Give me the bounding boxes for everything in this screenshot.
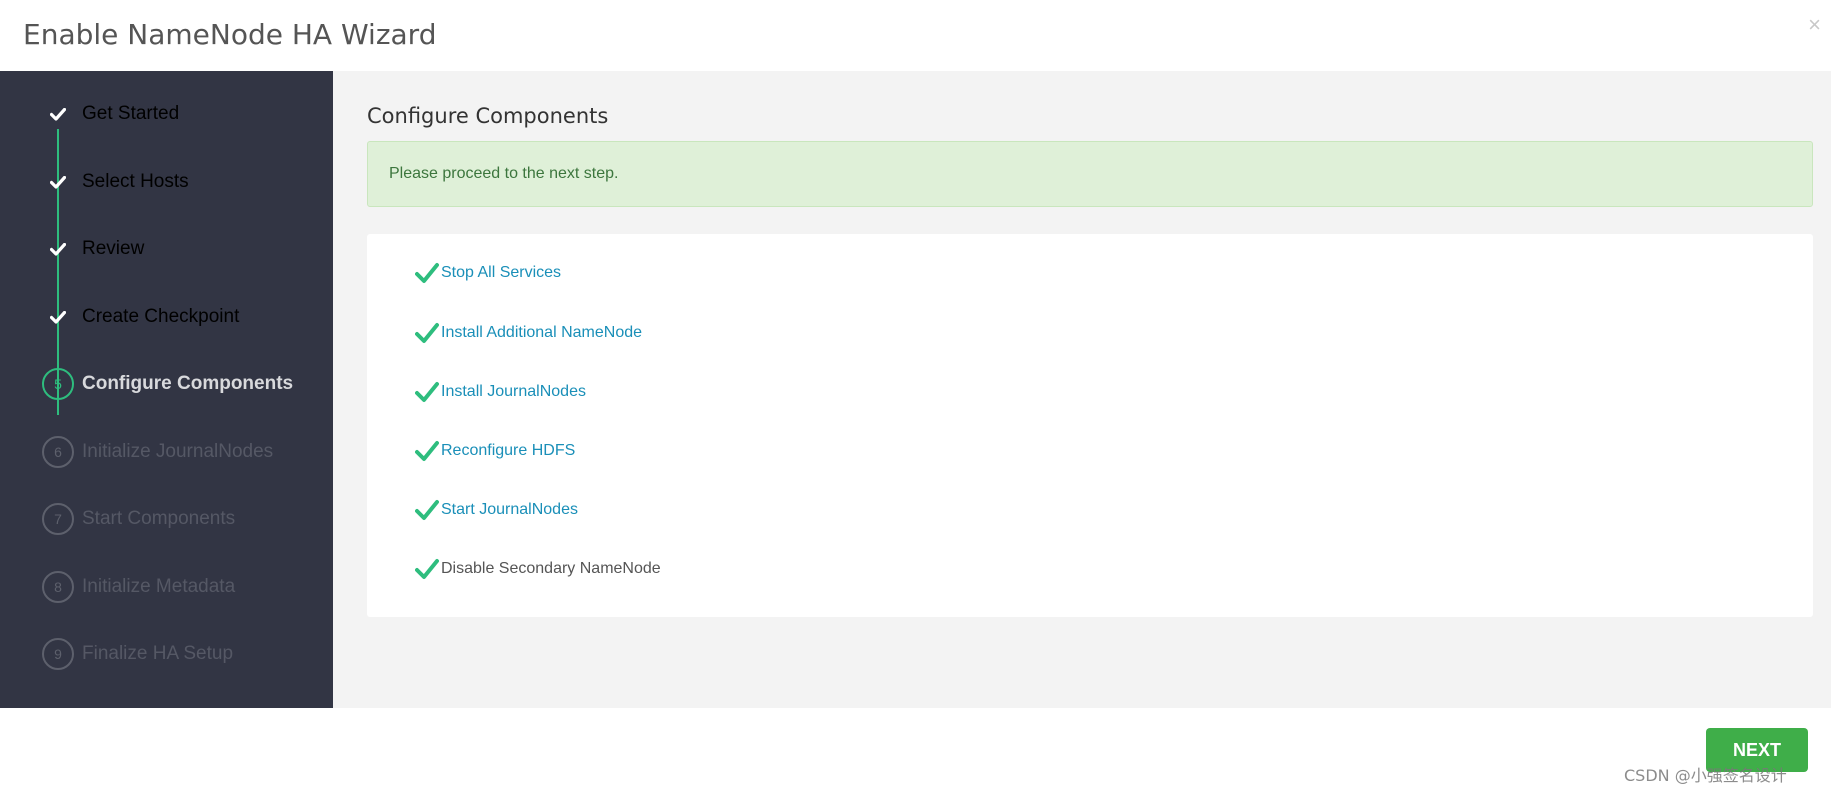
section-title: Configure Components — [367, 104, 609, 128]
step-complete-icon — [42, 166, 74, 198]
step-label: Get Started — [82, 103, 180, 124]
steps-sidebar: Get Started Select Hosts Review Create C… — [0, 71, 333, 708]
step-label: Review — [82, 238, 145, 259]
task-row: Install Additional NameNode — [415, 320, 642, 346]
step-complete-icon — [42, 301, 74, 333]
task-row: Start JournalNodes — [415, 497, 578, 523]
step-label: Start Components — [82, 508, 236, 529]
task-link[interactable]: Install JournalNodes — [441, 383, 586, 401]
wizard-title: Enable NameNode HA Wizard — [23, 18, 437, 51]
check-icon — [415, 500, 439, 520]
step-7: 7 Start Components — [42, 502, 332, 536]
step-number: 5 — [42, 368, 74, 400]
step-2: Select Hosts — [42, 165, 332, 199]
step-label: Create Checkpoint — [82, 306, 240, 327]
check-icon — [415, 559, 439, 579]
main-content: Configure Components Please proceed to t… — [333, 71, 1831, 708]
task-row: Install JournalNodes — [415, 379, 586, 405]
task-label: Disable Secondary NameNode — [441, 560, 661, 577]
check-icon — [415, 382, 439, 402]
task-link[interactable]: Reconfigure HDFS — [441, 442, 575, 460]
wizard-body: Get Started Select Hosts Review Create C… — [0, 71, 1831, 708]
step-label: Configure Components — [82, 373, 294, 394]
task-row: Reconfigure HDFS — [415, 438, 575, 464]
step-complete-icon — [42, 233, 74, 265]
step-8: 8 Initialize Metadata — [42, 570, 332, 604]
step-6: 6 Initialize JournalNodes — [42, 435, 332, 469]
task-link[interactable]: Stop All Services — [441, 264, 561, 282]
check-icon — [415, 263, 439, 283]
success-alert: Please proceed to the next step. — [367, 141, 1813, 207]
step-label: Select Hosts — [82, 171, 189, 192]
step-9: 9 Finalize HA Setup — [42, 637, 332, 671]
check-icon — [415, 323, 439, 343]
step-number: 9 — [42, 638, 74, 670]
task-link[interactable]: Start JournalNodes — [441, 501, 578, 519]
task-row: Stop All Services — [415, 260, 561, 286]
tasks-panel: Stop All Services Install Additional Nam… — [367, 234, 1813, 617]
step-3: Review — [42, 232, 332, 266]
step-label: Initialize JournalNodes — [82, 441, 274, 462]
step-5: 5 Configure Components — [42, 367, 332, 401]
step-4: Create Checkpoint — [42, 300, 332, 334]
task-link[interactable]: Install Additional NameNode — [441, 324, 642, 342]
step-label: Finalize HA Setup — [82, 643, 234, 664]
watermark: CSDN @小强签名设计 — [1624, 766, 1787, 785]
step-number: 8 — [42, 571, 74, 603]
step-complete-icon — [42, 98, 74, 130]
step-number: 7 — [42, 503, 74, 535]
task-row: Disable Secondary NameNode — [415, 556, 661, 582]
close-icon[interactable]: × — [1808, 14, 1821, 36]
step-label: Initialize Metadata — [82, 576, 236, 597]
modal-footer: NEXT CSDN @小强签名设计 — [0, 708, 1831, 791]
check-icon — [415, 441, 439, 461]
modal-header: Enable NameNode HA Wizard × — [0, 0, 1831, 71]
step-number: 6 — [42, 436, 74, 468]
step-1: Get Started — [42, 97, 332, 131]
